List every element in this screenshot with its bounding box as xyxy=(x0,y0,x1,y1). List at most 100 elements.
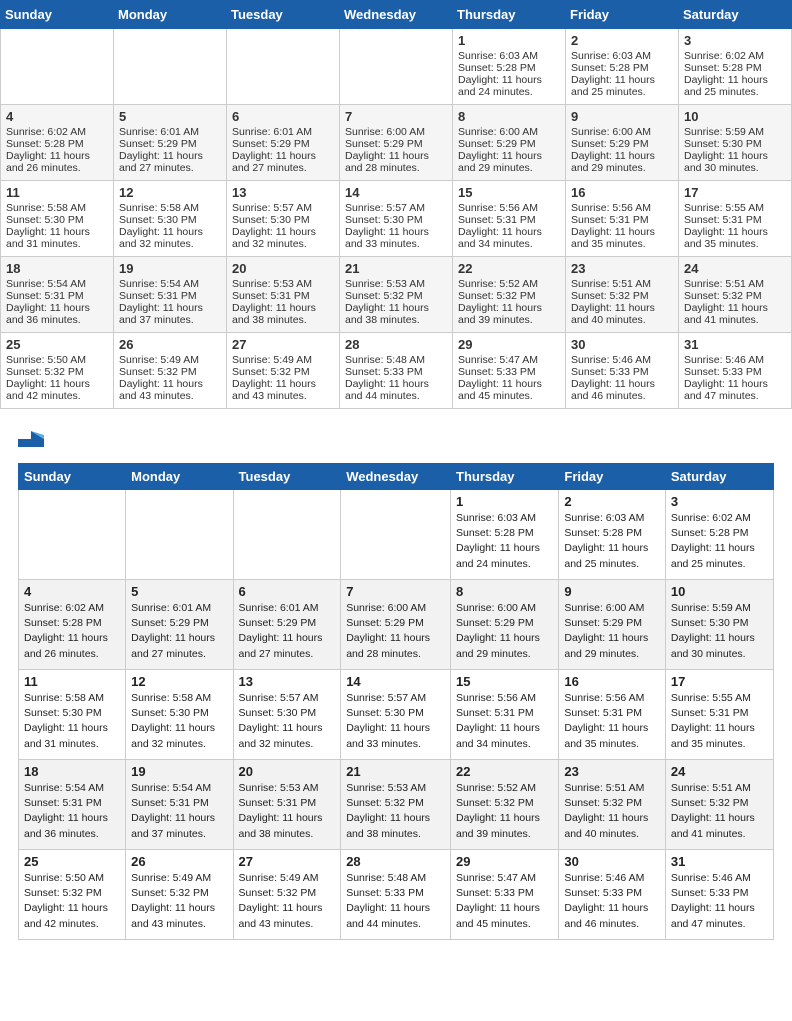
col-header-monday: Monday xyxy=(114,1,227,29)
calendar-cell: 12Sunrise: 5:58 AMSunset: 5:30 PMDayligh… xyxy=(114,181,227,257)
daylight-text: Daylight: 11 hours and 33 minutes. xyxy=(345,226,447,250)
sunset-text: Sunset: 5:31 PM xyxy=(6,290,108,302)
day-info: Sunrise: 5:55 AMSunset: 5:31 PMDaylight:… xyxy=(671,691,768,752)
sunrise-text: Sunrise: 6:01 AM xyxy=(232,126,334,138)
header-thursday: Thursday xyxy=(451,464,559,490)
day-number: 31 xyxy=(671,854,768,869)
sunrise-text: Sunrise: 5:53 AM xyxy=(232,278,334,290)
daylight-text: Daylight: 11 hours and 25 minutes. xyxy=(571,74,673,98)
sunset-text: Sunset: 5:28 PM xyxy=(458,62,560,74)
day-number: 21 xyxy=(345,261,447,276)
empty-cell xyxy=(19,490,126,580)
sunset-text: Sunset: 5:32 PM xyxy=(6,366,108,378)
day-cell-11: 11Sunrise: 5:58 AMSunset: 5:30 PMDayligh… xyxy=(19,670,126,760)
day-number: 17 xyxy=(684,185,786,200)
day-number: 20 xyxy=(239,764,336,779)
day-number: 23 xyxy=(571,261,673,276)
day-number: 14 xyxy=(345,185,447,200)
day-info: Sunrise: 5:46 AMSunset: 5:33 PMDaylight:… xyxy=(671,871,768,932)
day-cell-18: 18Sunrise: 5:54 AMSunset: 5:31 PMDayligh… xyxy=(19,760,126,850)
sunrise-text: Sunrise: 6:00 AM xyxy=(458,126,560,138)
day-number: 1 xyxy=(458,33,560,48)
daylight-text: Daylight: 11 hours and 29 minutes. xyxy=(571,150,673,174)
day-cell-2: 2Sunrise: 6:03 AMSunset: 5:28 PMDaylight… xyxy=(559,490,666,580)
header-friday: Friday xyxy=(559,464,666,490)
day-number: 2 xyxy=(564,494,660,509)
sunrise-text: Sunrise: 5:46 AM xyxy=(684,354,786,366)
sunrise-text: Sunrise: 6:03 AM xyxy=(458,50,560,62)
day-number: 30 xyxy=(564,854,660,869)
calendar-cell: 30Sunrise: 5:46 AMSunset: 5:33 PMDayligh… xyxy=(566,333,679,409)
day-cell-20: 20 Sunrise: 5:53 AMSunset: 5:31 PMDayligh… xyxy=(233,760,341,850)
day-info: Sunrise: 5:53 AMSunset: 5:32 PMDaylight:… xyxy=(346,781,445,842)
header-monday: Monday xyxy=(126,464,233,490)
week-row-4: 18Sunrise: 5:54 AMSunset: 5:31 PMDayligh… xyxy=(19,760,774,850)
sunrise-text: Sunrise: 5:46 AM xyxy=(571,354,673,366)
day-info: Sunrise: 5:54 AMSunset: 5:31 PMDaylight:… xyxy=(24,781,120,842)
day-number: 24 xyxy=(684,261,786,276)
sunrise-text: Sunrise: 5:47 AM xyxy=(458,354,560,366)
day-number: 5 xyxy=(119,109,221,124)
sunset-text: Sunset: 5:29 PM xyxy=(571,138,673,150)
daylight-text: Daylight: 11 hours and 31 minutes. xyxy=(6,226,108,250)
header-sunday: Sunday xyxy=(19,464,126,490)
day-info: Sunrise: 5:57 AMSunset: 5:30 PMDaylight:… xyxy=(239,691,336,752)
sunset-text: Sunset: 5:32 PM xyxy=(571,290,673,302)
calendar-cell: 13Sunrise: 5:57 AMSunset: 5:30 PMDayligh… xyxy=(227,181,340,257)
sunset-text: Sunset: 5:33 PM xyxy=(571,366,673,378)
day-info: Sunrise: 6:03 AMSunset: 5:28 PMDaylight:… xyxy=(456,511,553,572)
day-cell-29: 29Sunrise: 5:47 AMSunset: 5:33 PMDayligh… xyxy=(451,850,559,940)
daylight-text: Daylight: 11 hours and 29 minutes. xyxy=(458,150,560,174)
calendar-cell: 18Sunrise: 5:54 AMSunset: 5:31 PMDayligh… xyxy=(1,257,114,333)
daylight-text: Daylight: 11 hours and 24 minutes. xyxy=(458,74,560,98)
sunrise-text: Sunrise: 5:49 AM xyxy=(232,354,334,366)
calendar-cell: 9Sunrise: 6:00 AMSunset: 5:29 PMDaylight… xyxy=(566,105,679,181)
day-number: 9 xyxy=(571,109,673,124)
week-row-3: 11Sunrise: 5:58 AMSunset: 5:30 PMDayligh… xyxy=(19,670,774,760)
sunrise-text: Sunrise: 5:54 AM xyxy=(119,278,221,290)
day-cell-30: 30 Sunrise: 5:46 AMSunset: 5:33 PMDayligh… xyxy=(559,850,666,940)
day-number: 21 xyxy=(346,764,445,779)
logo-top xyxy=(18,425,47,451)
day-info: Sunrise: 5:57 AMSunset: 5:30 PMDaylight:… xyxy=(346,691,445,752)
day-info: Sunrise: 5:59 AMSunset: 5:30 PMDaylight:… xyxy=(671,601,768,662)
day-number: 25 xyxy=(6,337,108,352)
sunrise-text: Sunrise: 6:03 AM xyxy=(571,50,673,62)
daylight-text: Daylight: 11 hours and 44 minutes. xyxy=(345,378,447,402)
sunrise-text: Sunrise: 5:54 AM xyxy=(6,278,108,290)
sunrise-text: Sunrise: 5:57 AM xyxy=(345,202,447,214)
sunset-text: Sunset: 5:29 PM xyxy=(232,138,334,150)
day-number: 5 xyxy=(131,584,227,599)
sunset-text: Sunset: 5:31 PM xyxy=(119,290,221,302)
calendar-week-4: 18Sunrise: 5:54 AMSunset: 5:31 PMDayligh… xyxy=(1,257,792,333)
day-number: 6 xyxy=(232,109,334,124)
calendar-week-5: 25Sunrise: 5:50 AMSunset: 5:32 PMDayligh… xyxy=(1,333,792,409)
daylight-text: Daylight: 11 hours and 39 minutes. xyxy=(458,302,560,326)
day-info: Sunrise: 5:53 AMSunset: 5:31 PMDaylight:… xyxy=(239,781,336,842)
calendar-cell: 16Sunrise: 5:56 AMSunset: 5:31 PMDayligh… xyxy=(566,181,679,257)
daylight-text: Daylight: 11 hours and 38 minutes. xyxy=(345,302,447,326)
sunset-text: Sunset: 5:30 PM xyxy=(345,214,447,226)
calendar-cell: 8Sunrise: 6:00 AMSunset: 5:29 PMDaylight… xyxy=(453,105,566,181)
day-info: Sunrise: 5:51 AMSunset: 5:32 PMDaylight:… xyxy=(671,781,768,842)
day-number: 2 xyxy=(571,33,673,48)
sunset-text: Sunset: 5:29 PM xyxy=(345,138,447,150)
day-number: 6 xyxy=(239,584,336,599)
calendar-table: SundayMondayTuesdayWednesdayThursdayFrid… xyxy=(0,0,792,409)
day-number: 9 xyxy=(564,584,660,599)
day-info: Sunrise: 5:46 AMSunset: 5:33 PMDaylight:… xyxy=(564,871,660,932)
day-cell-1: 1Sunrise: 6:03 AMSunset: 5:28 PMDaylight… xyxy=(451,490,559,580)
calendar-week-2: 4Sunrise: 6:02 AMSunset: 5:28 PMDaylight… xyxy=(1,105,792,181)
sunset-text: Sunset: 5:32 PM xyxy=(232,366,334,378)
sunset-text: Sunset: 5:31 PM xyxy=(458,214,560,226)
day-info: Sunrise: 5:56 AMSunset: 5:31 PMDaylight:… xyxy=(564,691,660,752)
calendar-cell: 6Sunrise: 6:01 AMSunset: 5:29 PMDaylight… xyxy=(227,105,340,181)
sunrise-text: Sunrise: 6:02 AM xyxy=(6,126,108,138)
calendar-cell: 25Sunrise: 5:50 AMSunset: 5:32 PMDayligh… xyxy=(1,333,114,409)
day-number: 16 xyxy=(571,185,673,200)
logo-bird-icon xyxy=(18,425,44,451)
day-cell-13: 13Sunrise: 5:57 AMSunset: 5:30 PMDayligh… xyxy=(233,670,341,760)
day-number: 10 xyxy=(684,109,786,124)
daylight-text: Daylight: 11 hours and 25 minutes. xyxy=(684,74,786,98)
day-number: 16 xyxy=(564,674,660,689)
